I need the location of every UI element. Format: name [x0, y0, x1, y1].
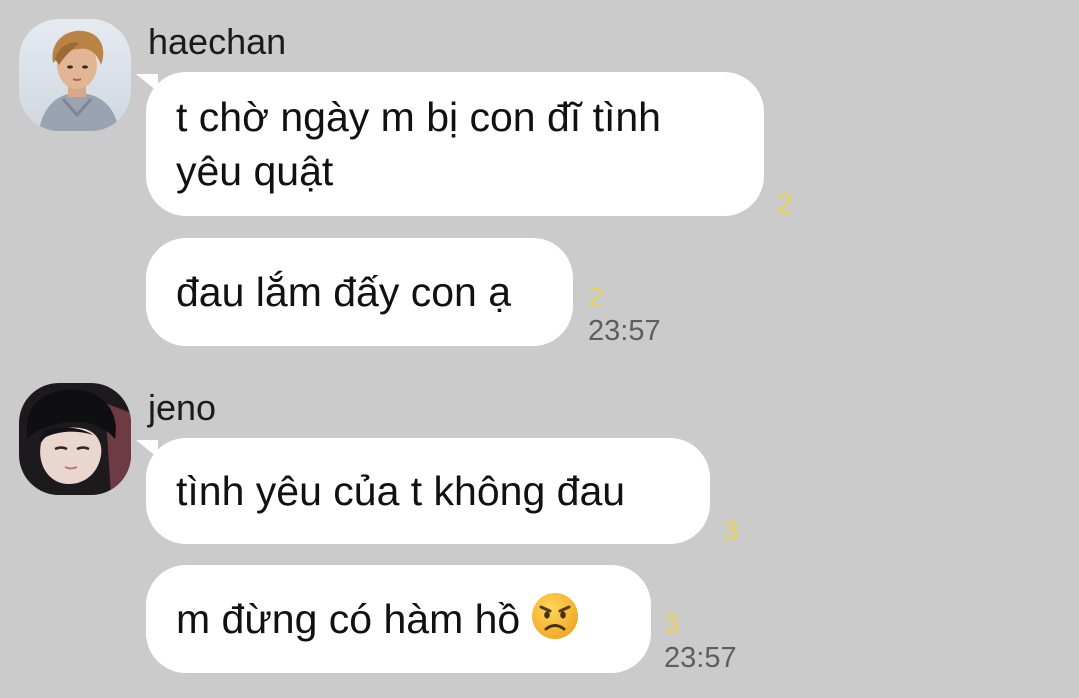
message-text: t chờ ngày m bị con đĩ tình — [176, 94, 661, 140]
message-text: yêu quật — [176, 148, 334, 194]
message-bubble[interactable]: m đừng có hàm hồ — [146, 565, 651, 673]
timestamp: 23:57 — [588, 315, 661, 347]
avatar-jeno[interactable] — [19, 383, 131, 495]
unread-count: 3 — [664, 608, 680, 639]
avatar-photo-haechan — [19, 19, 131, 131]
message-text: m đừng có hàm hồ — [176, 596, 521, 642]
sender-name: haechan — [148, 21, 287, 62]
message-text: đau lắm đấy con ạ — [176, 269, 512, 315]
avatar-photo-jeno — [19, 383, 131, 495]
unread-count: 3 — [723, 515, 739, 546]
message-bubble[interactable]: t chờ ngày m bị con đĩ tình yêu quật — [146, 72, 764, 216]
angry-face-emoji — [532, 593, 579, 639]
unread-count: 2 — [588, 281, 604, 312]
message-bubble[interactable]: tình yêu của t không đau — [146, 438, 710, 544]
sender-name: jeno — [148, 387, 217, 428]
timestamp: 23:57 — [664, 642, 737, 674]
avatar-haechan[interactable] — [19, 19, 131, 131]
unread-count: 2 — [777, 188, 793, 219]
message-text: tình yêu của t không đau — [176, 468, 626, 514]
message-bubble[interactable]: đau lắm đấy con ạ — [146, 238, 573, 346]
